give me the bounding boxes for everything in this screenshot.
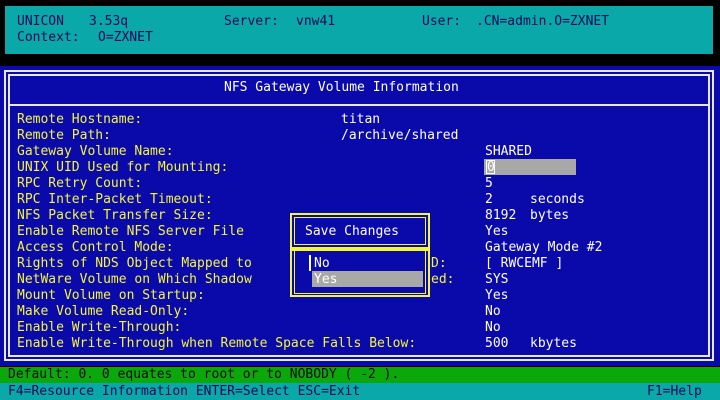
field-label-nds-rights: Rights of NDS Object Mapped to [17, 256, 252, 271]
field-unit-nfs-packet-size: bytes [530, 208, 570, 223]
save-changes-title: Save Changes [305, 224, 399, 239]
title-separator [8, 104, 710, 106]
field-value-rpc-timeout[interactable]: 2 [485, 192, 493, 208]
field-value-nfs-packet-size[interactable]: 8192 [485, 208, 516, 224]
field-label-rpc-retry-count: RPC Retry Count: [17, 176, 143, 191]
status-text: Default: 0. 0 equates to root or to NOBO… [8, 367, 400, 382]
list-cursor [309, 255, 311, 271]
field-label-remote-path: Remote Path: [17, 128, 111, 143]
field-value-mount-on-startup[interactable]: Yes [485, 288, 508, 304]
server-name: vnw41 [296, 14, 336, 29]
uid-input-field[interactable] [484, 159, 576, 175]
field-label-mount-on-startup: Mount Volume on Startup: [17, 288, 205, 303]
field-label-gateway-volume-name: Gateway Volume Name: [17, 144, 174, 159]
field-value-nds-rights[interactable]: [ RWCEMF ] [485, 256, 563, 272]
field-value-read-only[interactable]: No [485, 304, 501, 320]
field-value-shadow-volume[interactable]: SYS [485, 272, 508, 288]
field-label-write-through: Enable Write-Through: [17, 320, 182, 335]
field-label-unix-uid: UNIX UID Used for Mounting: [17, 160, 229, 175]
text-cursor [486, 160, 495, 174]
field-label-access-control-mode: Access Control Mode: [17, 240, 174, 255]
server-label: Server: [224, 14, 279, 29]
function-keys-left: F4=Resource Information ENTER=Select ESC… [8, 384, 361, 399]
field-label-nfs-packet-size: NFS Packet Transfer Size: [17, 208, 213, 223]
field-value-access-control-mode[interactable]: Gateway Mode #2 [485, 240, 602, 256]
field-label-shadow-volume: NetWare Volume on Which Shadow [17, 272, 252, 287]
field-label-read-only: Make Volume Read-Only: [17, 304, 190, 319]
field-label-write-through-below: Enable Write-Through when Remote Space F… [17, 336, 417, 351]
field-label-remote-hostname: Remote Hostname: [17, 112, 143, 127]
field-label-shadow-volume-tail: ed: [431, 272, 455, 287]
app-version: 3.53q [89, 14, 129, 29]
option-no[interactable]: No [314, 256, 330, 272]
field-value-write-through-below[interactable]: 500 [485, 336, 508, 352]
field-label-nds-rights-tail: D: [431, 256, 447, 271]
option-yes[interactable]: Yes [314, 272, 337, 288]
field-value-gateway-volume-name[interactable]: SHARED [485, 144, 532, 160]
field-label-enable-remote-nfs: Enable Remote NFS Server File [17, 224, 244, 239]
context-label: Context: [17, 30, 80, 45]
user-name: .CN=admin.O=ZXNET [476, 14, 610, 29]
field-label-rpc-timeout: RPC Inter-Packet Timeout: [17, 192, 213, 207]
panel-title: NFS Gateway Volume Information [224, 80, 459, 95]
field-value-rpc-retry-count[interactable]: 5 [485, 176, 493, 192]
help-key[interactable]: F1=Help [647, 384, 702, 400]
field-unit-write-through-below: kbytes [530, 336, 577, 351]
field-value-remote-hostname[interactable]: titan [341, 112, 380, 128]
app-name: UNICON [17, 14, 64, 29]
field-value-remote-path[interactable]: /archive/shared [341, 128, 458, 144]
field-unit-rpc-timeout: seconds [530, 192, 585, 207]
context-value: O=ZXNET [98, 30, 153, 45]
user-label: User: [422, 14, 462, 29]
field-value-write-through[interactable]: No [485, 320, 501, 336]
field-value-enable-remote-nfs[interactable]: Yes [485, 224, 508, 240]
